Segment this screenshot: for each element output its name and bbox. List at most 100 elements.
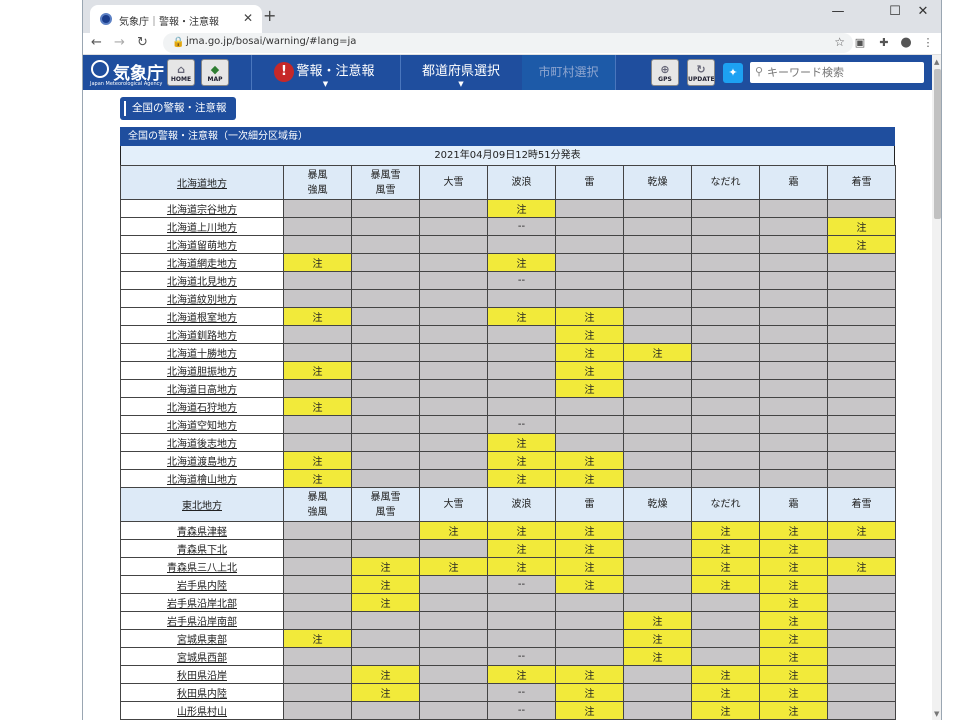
area-cell[interactable]: 北海道十勝地方 <box>120 343 284 362</box>
area-link[interactable]: 岩手県内陸 <box>177 581 227 592</box>
area-link[interactable]: 北海道胆振地方 <box>167 367 237 378</box>
status-cell <box>283 701 352 720</box>
close-tab-icon[interactable]: ✕ <box>243 11 253 25</box>
area-cell[interactable]: 北海道空知地方 <box>120 415 284 434</box>
status-cell <box>419 611 488 630</box>
status-cell <box>827 701 896 720</box>
area-link[interactable]: 北海道宗谷地方 <box>167 205 237 216</box>
area-cell[interactable]: 北海道胆振地方 <box>120 361 284 380</box>
area-cell[interactable]: 北海道日高地方 <box>120 379 284 398</box>
bookmark-star-icon[interactable]: ☆ <box>834 35 845 49</box>
area-link[interactable]: 青森県津軽 <box>177 527 227 538</box>
reload-icon[interactable]: ↻ <box>137 35 148 50</box>
area-link[interactable]: 岩手県沿岸北部 <box>167 599 237 610</box>
area-cell[interactable]: 宮城県西部 <box>120 647 284 666</box>
scroll-thumb[interactable] <box>934 69 941 219</box>
area-cell[interactable]: 北海道石狩地方 <box>120 397 284 416</box>
browser-tab[interactable]: 気象庁｜警報・注意報 ✕ <box>90 5 262 33</box>
jma-logo[interactable]: 気象庁 Japan Meteorological Agency <box>89 58 165 87</box>
area-cell[interactable]: 青森県津軽 <box>120 521 284 540</box>
vertical-scrollbar[interactable]: ▲ ▼ <box>932 55 941 720</box>
area-link[interactable]: 宮城県西部 <box>177 653 227 664</box>
twitter-bird-icon[interactable]: ✦ <box>723 63 743 83</box>
area-cell[interactable]: 宮城県東部 <box>120 629 284 648</box>
menu-prefecture[interactable]: 都道府県選択 ▼ <box>400 55 522 90</box>
area-link[interactable]: 北海道後志地方 <box>167 439 237 450</box>
area-link[interactable]: 青森県下北 <box>177 545 227 556</box>
address-bar[interactable]: 🔒 jma.go.jp/bosai/warning/#lang=ja ☆ <box>163 33 853 53</box>
update-button[interactable]: ↻ UPDATE <box>687 59 715 86</box>
area-link[interactable]: 北海道空知地方 <box>167 421 237 432</box>
area-cell[interactable]: 北海道北見地方 <box>120 271 284 290</box>
search-box[interactable]: ⚲ <box>750 62 924 83</box>
advisory-cell: 注 <box>487 665 556 684</box>
status-cell <box>759 217 828 236</box>
section-button[interactable]: 全国の警報・注意報 <box>120 97 236 120</box>
column-header: 大雪 <box>419 487 488 522</box>
area-cell[interactable]: 岩手県沿岸南部 <box>120 611 284 630</box>
scroll-up-icon[interactable]: ▲ <box>934 58 939 66</box>
new-tab-icon[interactable]: + <box>263 8 276 24</box>
area-link[interactable]: 宮城県東部 <box>177 635 227 646</box>
area-cell[interactable]: 北海道宗谷地方 <box>120 199 284 218</box>
extension-icon[interactable]: ▣ <box>853 36 867 50</box>
area-cell[interactable]: 秋田県沿岸 <box>120 665 284 684</box>
area-link[interactable]: 北海道日高地方 <box>167 385 237 396</box>
menu-kebab-icon[interactable]: ⋮ <box>921 36 935 50</box>
area-cell[interactable]: 青森県三八上北 <box>120 557 284 576</box>
area-link[interactable]: 北海道渡島地方 <box>167 457 237 468</box>
area-link[interactable]: 北海道留萌地方 <box>167 241 237 252</box>
region-link[interactable]: 東北地方 <box>182 501 222 512</box>
status-cell <box>351 361 420 380</box>
area-link[interactable]: 北海道根室地方 <box>167 313 237 324</box>
area-link[interactable]: 北海道檜山地方 <box>167 475 237 486</box>
area-link[interactable]: 秋田県内陸 <box>177 689 227 700</box>
area-cell[interactable]: 北海道根室地方 <box>120 307 284 326</box>
area-cell[interactable]: 秋田県内陸 <box>120 683 284 702</box>
area-link[interactable]: 岩手県沿岸南部 <box>167 617 237 628</box>
back-icon[interactable]: ← <box>91 35 102 50</box>
area-cell[interactable]: 北海道網走地方 <box>120 253 284 272</box>
status-cell <box>487 379 556 398</box>
profile-icon[interactable]: ● <box>899 36 913 50</box>
area-cell[interactable]: 青森県下北 <box>120 539 284 558</box>
area-link[interactable]: 山形県村山 <box>177 707 227 718</box>
area-link[interactable]: 北海道紋別地方 <box>167 295 237 306</box>
advisory-cell: 注 <box>351 593 420 612</box>
forward-icon[interactable]: → <box>114 35 125 50</box>
status-cell <box>555 235 624 254</box>
area-cell[interactable]: 山形県村山 <box>120 701 284 720</box>
area-cell[interactable]: 岩手県沿岸北部 <box>120 593 284 612</box>
scroll-down-icon[interactable]: ▼ <box>934 710 939 718</box>
region-header[interactable]: 北海道地方 <box>120 165 284 200</box>
region-link[interactable]: 北海道地方 <box>177 179 227 190</box>
area-cell[interactable]: 北海道釧路地方 <box>120 325 284 344</box>
area-link[interactable]: 北海道石狩地方 <box>167 403 237 414</box>
area-link[interactable]: 北海道北見地方 <box>167 277 237 288</box>
area-link[interactable]: 北海道上川地方 <box>167 223 237 234</box>
area-link[interactable]: 北海道網走地方 <box>167 259 237 270</box>
area-cell[interactable]: 北海道後志地方 <box>120 433 284 452</box>
area-link[interactable]: 北海道釧路地方 <box>167 331 237 342</box>
area-link[interactable]: 青森県三八上北 <box>167 563 237 574</box>
area-cell[interactable]: 北海道上川地方 <box>120 217 284 236</box>
home-button[interactable]: ⌂ HOME <box>167 59 195 86</box>
area-cell[interactable]: 北海道檜山地方 <box>120 469 284 488</box>
area-link[interactable]: 北海道十勝地方 <box>167 349 237 360</box>
menu-municipality[interactable]: 市町村選択 <box>522 55 615 90</box>
region-header[interactable]: 東北地方 <box>120 487 284 522</box>
area-link[interactable]: 秋田県沿岸 <box>177 671 227 682</box>
maximize-icon[interactable]: ☐ <box>885 4 905 19</box>
area-cell[interactable]: 北海道紋別地方 <box>120 289 284 308</box>
area-cell[interactable]: 岩手県内陸 <box>120 575 284 594</box>
advisory-cell: 注 <box>487 199 556 218</box>
minimize-icon[interactable]: — <box>828 4 848 19</box>
extensions-puzzle-icon[interactable]: ✚ <box>877 36 891 50</box>
gps-button[interactable]: ⊕ GPS <box>651 59 679 86</box>
status-cell <box>691 325 760 344</box>
window-close-icon[interactable]: ✕ <box>913 4 933 19</box>
area-cell[interactable]: 北海道留萌地方 <box>120 235 284 254</box>
area-cell[interactable]: 北海道渡島地方 <box>120 451 284 470</box>
search-input[interactable] <box>767 64 917 81</box>
map-button[interactable]: ◆ MAP <box>201 59 229 86</box>
